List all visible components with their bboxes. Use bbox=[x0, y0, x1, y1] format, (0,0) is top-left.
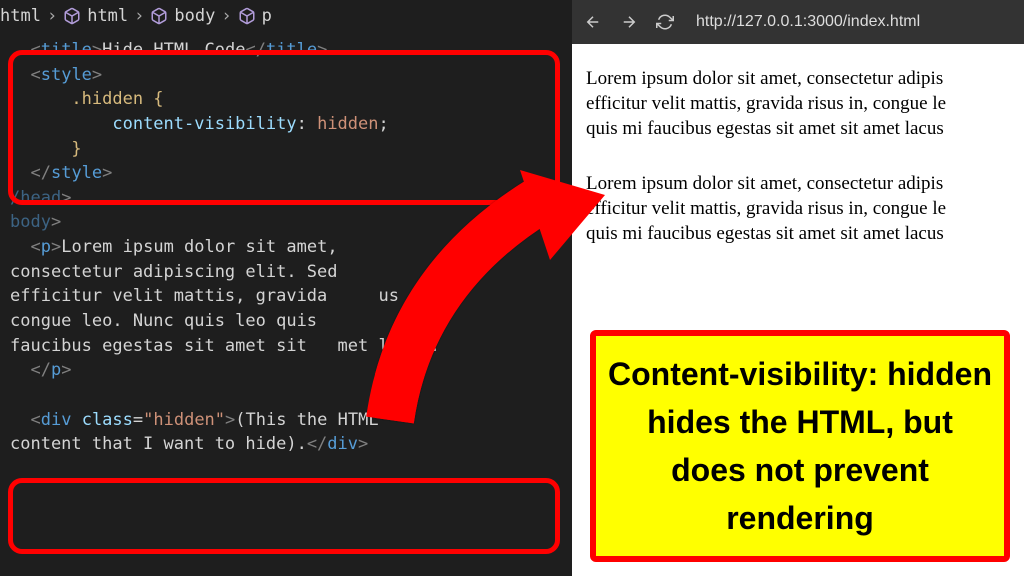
chevron-right-icon: › bbox=[47, 6, 57, 26]
code-line: efficitur velit mattis, gravida us in, bbox=[10, 284, 562, 309]
code-line: </p> bbox=[10, 358, 562, 383]
code-line: <p>Lorem ipsum dolor sit amet, bbox=[10, 235, 562, 260]
paragraph: Lorem ipsum dolor sit amet, consectetur … bbox=[586, 171, 1010, 246]
css-value: hidden bbox=[317, 114, 378, 134]
code-line: <title>Hide HTML Code</title> bbox=[10, 38, 562, 63]
code-line: .hidden { bbox=[10, 87, 562, 112]
back-button[interactable] bbox=[582, 11, 604, 33]
breadcrumb-item[interactable]: body bbox=[174, 6, 215, 26]
code-line: <div class="hidden">(This the HTML bbox=[10, 408, 562, 433]
annotation-callout: Content-visibility: hidden hides the HTM… bbox=[590, 330, 1010, 562]
breadcrumb-item[interactable]: html bbox=[87, 6, 128, 26]
editor-pane: html › html › body › p <title>Hide HTML … bbox=[0, 0, 572, 576]
forward-button[interactable] bbox=[618, 11, 640, 33]
refresh-button[interactable] bbox=[654, 11, 676, 33]
text-line: quis mi faucibus egestas sit amet sit am… bbox=[586, 116, 1010, 141]
code-line: content that I want to hide).</div> bbox=[10, 432, 562, 457]
code-line: content-visibility: hidden; bbox=[10, 112, 562, 137]
callout-text: Content-visibility: hidden hides the HTM… bbox=[606, 350, 994, 542]
chevron-right-icon: › bbox=[134, 6, 144, 26]
code-editor[interactable]: <title>Hide HTML Code</title> <style> .h… bbox=[0, 34, 572, 467]
cube-icon bbox=[63, 7, 81, 25]
breadcrumb-item[interactable]: p bbox=[262, 6, 272, 26]
css-property: content-visibility bbox=[112, 114, 296, 134]
code-line: /head> bbox=[10, 186, 562, 211]
browser-toolbar: http://127.0.0.1:3000/index.html bbox=[572, 0, 1024, 44]
code-line: congue leo. Nunc quis leo quis bbox=[10, 309, 562, 334]
highlight-div-block bbox=[8, 478, 560, 554]
text-line: Lorem ipsum dolor sit amet, consectetur … bbox=[586, 66, 1010, 91]
title-text: Hide HTML Code bbox=[102, 40, 245, 60]
code-line: consectetur adipiscing elit. Sed bbox=[10, 260, 562, 285]
cube-icon bbox=[150, 7, 168, 25]
breadcrumb[interactable]: html › html › body › p bbox=[0, 0, 572, 34]
cube-icon bbox=[238, 7, 256, 25]
address-bar[interactable]: http://127.0.0.1:3000/index.html bbox=[696, 13, 920, 31]
css-selector: .hidden { bbox=[71, 89, 163, 109]
paragraph: Lorem ipsum dolor sit amet, consectetur … bbox=[586, 66, 1010, 141]
breadcrumb-item[interactable]: html bbox=[0, 6, 41, 26]
code-line bbox=[10, 383, 562, 408]
text-line: Lorem ipsum dolor sit amet, consectetur … bbox=[586, 171, 1010, 196]
code-line: } bbox=[10, 137, 562, 162]
text-line: efficitur velit mattis, gravida risus in… bbox=[586, 91, 1010, 116]
text-line: efficitur velit mattis, gravida risus in… bbox=[586, 196, 1010, 221]
code-line: body> bbox=[10, 210, 562, 235]
code-line: <style> bbox=[10, 63, 562, 88]
text-line: quis mi faucibus egestas sit amet sit am… bbox=[586, 221, 1010, 246]
code-line: faucibus egestas sit amet sit met lacus. bbox=[10, 334, 562, 359]
chevron-right-icon: › bbox=[221, 6, 231, 26]
code-line: </style> bbox=[10, 161, 562, 186]
rendered-page: Lorem ipsum dolor sit amet, consectetur … bbox=[572, 44, 1024, 246]
